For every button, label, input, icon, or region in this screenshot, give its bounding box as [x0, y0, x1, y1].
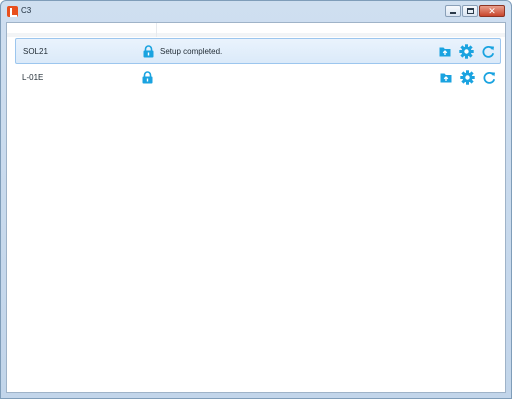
- folder-upload-icon[interactable]: [440, 72, 452, 83]
- lock-icon[interactable]: [143, 45, 154, 58]
- device-name: L-01E: [22, 73, 44, 82]
- maximize-button[interactable]: [462, 5, 478, 17]
- folder-upload-icon[interactable]: [439, 46, 451, 57]
- device-status: Setup completed.: [160, 47, 223, 56]
- app-window: C3 ✕ SOL21 Setup completed. L-01E: [0, 0, 512, 399]
- window-controls: ✕: [445, 5, 505, 17]
- list-header: [7, 23, 505, 37]
- device-row-l01e[interactable]: L-01E: [15, 65, 501, 91]
- gear-icon[interactable]: [459, 44, 474, 59]
- refresh-icon[interactable]: [483, 71, 496, 84]
- row-actions: [440, 70, 496, 85]
- title-bar[interactable]: C3 ✕: [1, 1, 511, 23]
- minimize-button[interactable]: [445, 5, 461, 17]
- device-name: SOL21: [23, 47, 48, 56]
- close-button[interactable]: ✕: [479, 5, 505, 17]
- lock-icon[interactable]: [142, 71, 153, 84]
- column-separator[interactable]: [156, 23, 157, 37]
- device-list-panel: SOL21 Setup completed. L-01E: [6, 22, 506, 393]
- device-row-sol21[interactable]: SOL21 Setup completed.: [15, 38, 501, 64]
- maximize-icon: [466, 8, 474, 14]
- window-title: C3: [21, 6, 32, 15]
- row-actions: [439, 44, 495, 59]
- gear-icon[interactable]: [460, 70, 475, 85]
- refresh-icon[interactable]: [482, 45, 495, 58]
- close-icon: ✕: [488, 5, 496, 16]
- minimize-icon: [450, 12, 456, 14]
- app-logo-icon: [7, 6, 18, 17]
